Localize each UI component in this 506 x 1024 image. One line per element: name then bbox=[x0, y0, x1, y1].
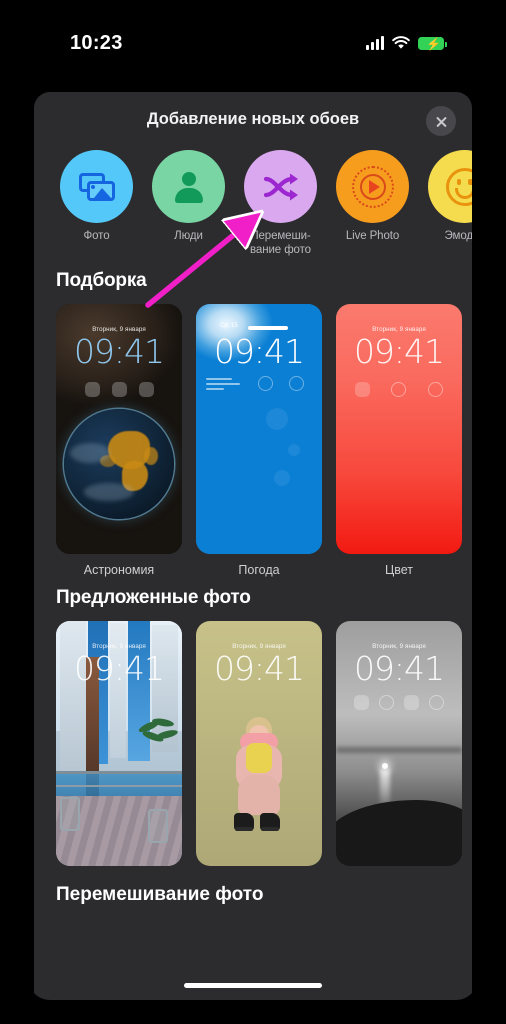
status-bar-icons: ⚡ bbox=[366, 36, 447, 50]
wifi-icon bbox=[392, 36, 410, 50]
category-photos[interactable]: Фото bbox=[60, 150, 133, 260]
emoji-icon bbox=[445, 167, 472, 206]
section-title-featured: Подборка bbox=[56, 270, 147, 291]
close-button[interactable] bbox=[426, 106, 456, 136]
category-shuffle[interactable]: Перемеши- вание фото bbox=[244, 150, 317, 260]
wallpaper-card-weather[interactable]: Ср, 15 09:41 Погода bbox=[196, 304, 322, 577]
lockscreen-time: 09:41 bbox=[213, 649, 305, 688]
category-live-photo-circle[interactable] bbox=[336, 150, 409, 223]
wallpaper-thumb-weather[interactable]: Ср, 15 09:41 bbox=[196, 304, 322, 554]
section-title-suggested-photos: Предложенные фото bbox=[56, 587, 251, 608]
photo-thumb-kid[interactable]: Вторник, 9 января 09:41 bbox=[196, 621, 322, 866]
page-title: Добавление новых обоев bbox=[146, 110, 360, 128]
photo-card-kid[interactable]: Вторник, 9 января 09:41 bbox=[196, 621, 322, 866]
suggested-photos-row[interactable]: Вторник, 9 января 09:41 Вторник, 9 январ… bbox=[34, 621, 472, 866]
category-emoji-label: Эмодзи bbox=[444, 230, 473, 242]
home-indicator[interactable] bbox=[184, 983, 322, 988]
photos-icon bbox=[78, 172, 115, 201]
category-people-label: Люди bbox=[174, 230, 203, 242]
category-shuffle-label-line2: вание фото bbox=[250, 244, 311, 256]
add-wallpaper-sheet: Добавление новых обоев Фото Люди Перемеш… bbox=[34, 92, 472, 1000]
lockscreen-time: 09:41 bbox=[353, 649, 445, 688]
photo-card-city[interactable]: Вторник, 9 января 09:41 bbox=[56, 621, 182, 866]
category-row[interactable]: Фото Люди Перемеши- вание фото Live Phot… bbox=[34, 150, 472, 260]
category-photos-label: Фото bbox=[83, 230, 110, 242]
wallpaper-label-astronomy: Астрономия bbox=[83, 563, 155, 577]
weather-date-pill bbox=[248, 326, 288, 330]
category-shuffle-label: Перемеши- вание фото bbox=[244, 229, 317, 257]
status-bar-time: 10:23 bbox=[70, 32, 123, 54]
category-emoji-circle[interactable] bbox=[428, 150, 472, 223]
photo-card-sea[interactable]: Вторник, 9 января 09:41 bbox=[336, 621, 462, 866]
weather-date: Ср, 15 bbox=[220, 323, 238, 329]
wallpaper-label-weather: Погода bbox=[238, 563, 280, 577]
earth-graphic bbox=[64, 409, 174, 519]
phone-viewport: 10:23 ⚡ Добавление новых обоев Фото Люди… bbox=[28, 20, 478, 1000]
sheet-header: Добавление новых обоев bbox=[34, 92, 472, 150]
photo-thumb-city[interactable]: Вторник, 9 января 09:41 bbox=[56, 621, 182, 866]
wallpaper-card-color[interactable]: Вторник, 9 января 09:41 Цвет bbox=[336, 304, 462, 577]
category-photos-circle[interactable] bbox=[60, 150, 133, 223]
category-shuffle-circle[interactable] bbox=[244, 150, 317, 223]
battery-charging-icon: ⚡ bbox=[418, 36, 447, 50]
category-people[interactable]: Люди bbox=[152, 150, 225, 260]
wallpaper-thumb-color[interactable]: Вторник, 9 января 09:41 bbox=[336, 304, 462, 554]
child-subject-graphic bbox=[226, 717, 292, 837]
category-emoji[interactable]: Эмодзи bbox=[428, 150, 472, 260]
photo-thumb-sea[interactable]: Вторник, 9 января 09:41 bbox=[336, 621, 462, 866]
lockscreen-time: 09:41 bbox=[73, 332, 165, 371]
wallpaper-thumb-astronomy[interactable]: Вторник, 9 января 09:41 bbox=[56, 304, 182, 554]
cellular-signal-icon bbox=[366, 36, 384, 50]
category-shuffle-label-line1: Перемеши- bbox=[250, 230, 311, 242]
category-people-circle[interactable] bbox=[152, 150, 225, 223]
lockscreen-time: 09:41 bbox=[353, 332, 445, 371]
phone-screenshot: 10:23 ⚡ Добавление новых обоев Фото Люди… bbox=[0, 0, 506, 1024]
wallpaper-card-astronomy[interactable]: Вторник, 9 января 09:41 Астрономия bbox=[56, 304, 182, 577]
live-photo-icon bbox=[351, 165, 394, 208]
close-icon bbox=[435, 115, 448, 128]
section-title-shuffle-photos: Перемешивание фото bbox=[56, 884, 264, 905]
person-icon bbox=[173, 171, 205, 203]
status-bar: 10:23 ⚡ bbox=[28, 20, 478, 72]
wallpaper-label-color: Цвет bbox=[384, 563, 413, 577]
shuffle-icon bbox=[261, 171, 301, 203]
featured-row[interactable]: Вторник, 9 января 09:41 Астрономия Ср, 1… bbox=[34, 304, 472, 577]
lockscreen-widgets bbox=[56, 382, 182, 397]
category-live-photo-label: Live Photo bbox=[345, 230, 400, 242]
lockscreen-time: 09:41 bbox=[73, 649, 165, 688]
lockscreen-time: 09:41 bbox=[213, 332, 305, 371]
category-live-photo[interactable]: Live Photo bbox=[336, 150, 409, 260]
